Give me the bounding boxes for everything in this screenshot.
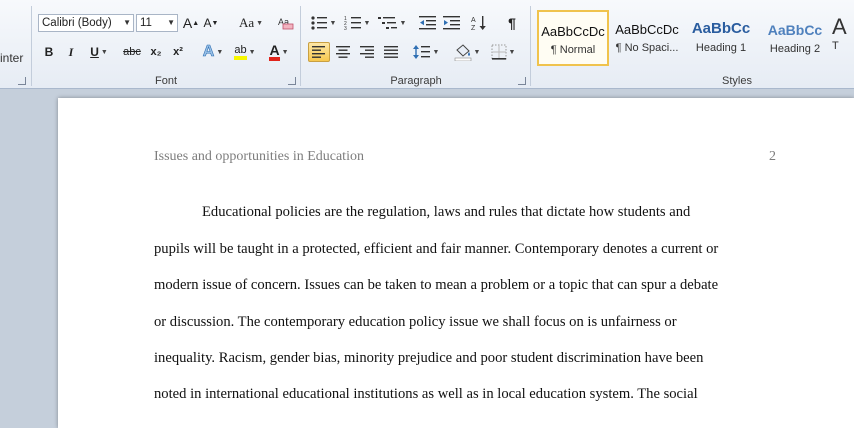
font-group-label: Font	[154, 75, 177, 87]
style-heading-1[interactable]: AaBbCc Heading 1	[685, 10, 757, 66]
highlight-button[interactable]: ab ▼	[230, 42, 260, 62]
font-group: Calibri (Body) ▼ 11 ▼ A ▲ A ▼ Aa ▼ Aa B I U…	[32, 0, 300, 88]
font-color-icon: A	[269, 43, 280, 61]
text-effects-button[interactable]: A ▼	[198, 42, 228, 62]
styles-group-label: Styles	[722, 75, 752, 87]
header-page-number: 2	[769, 149, 776, 164]
sort-icon: AZ	[471, 16, 486, 32]
align-right-icon	[360, 46, 374, 58]
style-name: Heading 2	[769, 43, 821, 55]
multilevel-list-icon	[377, 17, 397, 29]
font-name-value: Calibri (Body)	[42, 17, 112, 29]
paragraph-group-label: Paragraph	[390, 75, 442, 87]
style-sample: AaBbCcDc	[541, 24, 605, 39]
style-title[interactable]: A T	[832, 10, 854, 66]
font-color-button[interactable]: A ▼	[264, 42, 294, 62]
borders-icon	[491, 44, 507, 60]
svg-text:A: A	[471, 17, 476, 24]
decrease-indent-icon	[419, 16, 436, 30]
highlight-icon: ab	[234, 44, 247, 60]
underline-button[interactable]: U ▼	[84, 42, 114, 62]
body-line: Educational policies are the regulation,…	[202, 204, 691, 220]
style-name: ¶ No Spaci...	[615, 42, 679, 54]
clear-formatting-button[interactable]: Aa	[276, 13, 296, 33]
paragraph-group: ▼ 1 2 3 ▼ ▼ AZ ¶ ▼ ▼ ▼ Paragraph	[302, 0, 530, 88]
bullets-icon	[310, 16, 327, 30]
font-dialog-launcher[interactable]	[288, 77, 296, 85]
numbering-icon: 123	[344, 16, 361, 31]
clear-formatting-icon: Aa	[278, 17, 294, 30]
style-sample: A	[832, 14, 847, 39]
body-line: inequality. Racism, gender bias, minorit…	[154, 350, 704, 366]
italic-button[interactable]: I	[62, 42, 80, 62]
line-spacing-icon	[412, 45, 430, 59]
line-spacing-button[interactable]: ▼	[410, 42, 442, 62]
numbering-button[interactable]: 1 2 3 ▼	[342, 13, 372, 33]
chevron-down-icon[interactable]: ▼	[167, 15, 175, 31]
change-case-icon: Aa	[238, 15, 255, 30]
shading-button[interactable]: ▼	[452, 42, 482, 62]
body-line: or discussion. The contemporary educatio…	[154, 314, 677, 330]
align-center-button[interactable]	[332, 42, 354, 62]
align-left-icon	[312, 46, 325, 58]
grow-font-button[interactable]: A ▲	[182, 13, 200, 33]
svg-text:Z: Z	[471, 25, 476, 32]
document-page[interactable]: Issues and opportunities in Education 2 …	[58, 98, 854, 428]
paragraph-dialog-launcher[interactable]	[518, 77, 526, 85]
style-heading-2[interactable]: AaBbCc Heading 2	[759, 10, 831, 66]
bullets-button[interactable]: ▼	[308, 13, 338, 33]
style-no-spacing[interactable]: AaBbCcDc ¶ No Spaci...	[611, 10, 683, 66]
justify-icon	[384, 46, 398, 58]
style-sample: AaBbCcDc	[615, 22, 679, 37]
underline-icon: U	[90, 45, 99, 59]
justify-button[interactable]	[380, 42, 402, 62]
styles-group: AaBbCcDc ¶ Normal AaBbCcDc ¶ No Spaci...…	[532, 0, 854, 88]
style-name: T	[832, 40, 839, 52]
body-line: noted in international educational insti…	[154, 386, 698, 402]
svg-text:3: 3	[344, 26, 347, 31]
align-center-icon	[336, 46, 350, 58]
font-name-combo[interactable]: Calibri (Body) ▼	[38, 14, 134, 32]
sort-button[interactable]: AZ	[470, 13, 490, 33]
borders-button[interactable]: ▼	[486, 42, 520, 62]
paint-bucket-icon	[454, 44, 471, 61]
shrink-font-button[interactable]: A ▼	[202, 13, 220, 33]
style-name: ¶ Normal	[550, 44, 596, 56]
grow-font-icon: A	[182, 15, 193, 31]
style-normal[interactable]: AaBbCcDc ¶ Normal	[537, 10, 609, 66]
chevron-down-icon[interactable]: ▼	[123, 15, 131, 31]
header-title: Issues and opportunities in Education	[154, 149, 364, 164]
style-sample: AaBbCc	[691, 20, 751, 37]
show-formatting-marks-button[interactable]: ¶	[502, 13, 522, 33]
body-line: pupils will be taught in a protected, ef…	[154, 241, 719, 257]
body-line: modern issue of concern. Issues can be t…	[154, 277, 719, 293]
change-case-button[interactable]: Aa ▼	[236, 13, 266, 33]
multilevel-list-button[interactable]: ▼	[376, 13, 408, 33]
shrink-font-icon: A	[203, 16, 212, 30]
font-size-value: 11	[140, 17, 152, 29]
font-size-combo[interactable]: 11 ▼	[136, 14, 178, 32]
text-effects-icon: A	[202, 43, 215, 61]
clipboard-group: inter	[0, 0, 30, 88]
align-right-button[interactable]	[356, 42, 378, 62]
increase-indent-button[interactable]	[442, 13, 462, 33]
align-left-button[interactable]	[308, 42, 330, 62]
clipboard-dialog-launcher[interactable]	[18, 77, 26, 85]
style-sample: AaBbCc	[767, 22, 823, 38]
superscript-button[interactable]: x²	[168, 42, 188, 62]
subscript-button[interactable]: x₂	[146, 42, 166, 62]
style-name: Heading 1	[695, 42, 747, 54]
ribbon: inter Calibri (Body) ▼ 11 ▼ A ▲ A ▼ Aa ▼ Aa…	[0, 0, 854, 89]
increase-indent-icon	[443, 16, 460, 30]
decrease-indent-button[interactable]	[418, 13, 438, 33]
strikethrough-button[interactable]: abc	[120, 42, 144, 62]
format-painter-label[interactable]: inter	[0, 51, 23, 65]
bold-button[interactable]: B	[40, 42, 58, 62]
